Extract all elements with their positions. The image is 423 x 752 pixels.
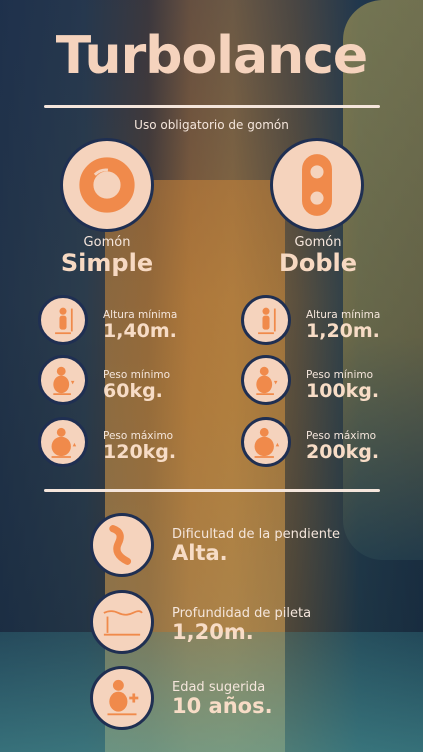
doble-big: Doble [278, 249, 358, 277]
top-divider [44, 105, 380, 108]
doble-weight-max-value: 200kg. [306, 441, 380, 463]
simple-small: Gomón [83, 235, 131, 250]
simple-weight-min-value: 60kg. [103, 380, 163, 402]
doble-weight-max: Peso máximo 200kg. [306, 430, 379, 462]
feature-depth: Profundidad de pileta 1,20m. [172, 606, 311, 643]
simple-height-value: 1,40m. [103, 320, 177, 342]
weight-min-icon [38, 355, 88, 405]
height-icon [241, 295, 291, 345]
feature-slope: Dificultad de la pendiente Alta. [172, 527, 340, 564]
depth-value: 1,20m. [172, 620, 254, 644]
bottom-divider [44, 489, 380, 492]
simple-big: Simple [60, 249, 154, 277]
weight-min-icon [241, 355, 291, 405]
doble-height: Altura mínima 1,20m. [306, 309, 380, 341]
doble-label: Gomón Doble [258, 235, 378, 276]
pool-depth-icon [90, 590, 154, 654]
simple-weight-min: Peso mínimo 60kg. [103, 369, 170, 401]
weight-max-icon [241, 417, 291, 467]
simple-weight-max-value: 120kg. [103, 441, 177, 463]
doble-weight-min: Peso mínimo 100kg. [306, 369, 379, 401]
slope-value: Alta. [172, 541, 228, 565]
single-ring-icon [60, 138, 154, 232]
slope-icon [90, 513, 154, 577]
simple-label: Gomón Simple [47, 235, 167, 276]
age-icon [90, 666, 154, 730]
simple-weight-max: Peso máximo 120kg. [103, 430, 176, 462]
age-value: 10 años. [172, 694, 273, 718]
slope-label: Dificultad de la pendiente [172, 527, 341, 542]
weight-max-icon [38, 417, 88, 467]
age-label: Edad sugerida [172, 680, 266, 695]
subtitle: Uso obligatorio de gomón [134, 118, 289, 132]
doble-height-value: 1,20m. [306, 320, 380, 342]
feature-age: Edad sugerida 10 años. [172, 680, 273, 717]
doble-weight-min-value: 100kg. [306, 380, 380, 402]
simple-height: Altura mínima 1,40m. [103, 309, 177, 341]
double-ring-icon [270, 138, 364, 232]
page-title: Turbolance [55, 26, 368, 86]
doble-small: Gomón [294, 235, 342, 250]
height-icon [38, 295, 88, 345]
depth-label: Profundidad de pileta [172, 606, 312, 621]
